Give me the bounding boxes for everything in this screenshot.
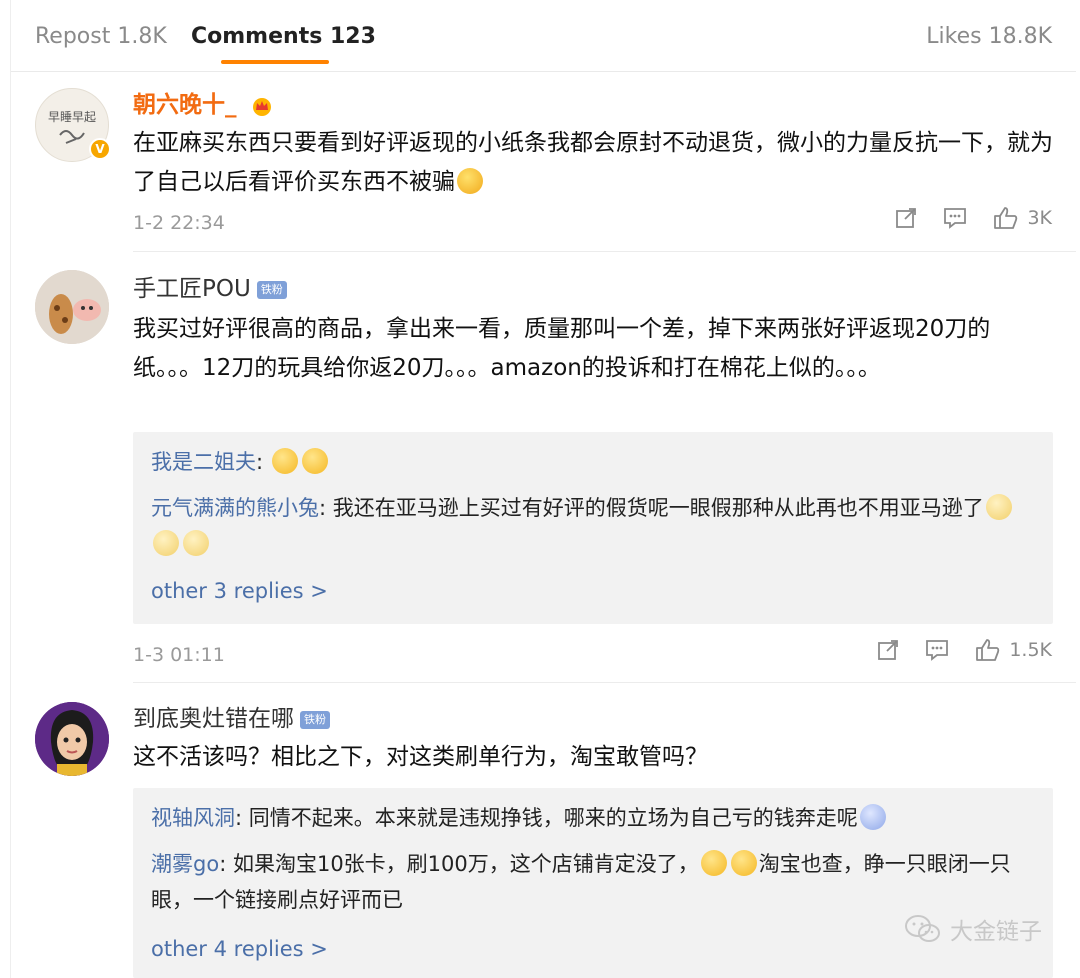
reply-box: 我是二姐夫: 元气满满的熊小兔: 我还在亚马逊上买过有好评的假货呢一眼假那种从此… — [133, 432, 1053, 624]
avatar[interactable] — [35, 702, 109, 776]
sleepy-emoji-icon — [301, 448, 328, 474]
comment-panel: Repost 1.8K Comments 123 Likes 18.8K 早睡早… — [10, 0, 1076, 978]
username-text[interactable]: 朝六晚十_ — [133, 92, 237, 118]
reply-item: 视轴风洞: 同情不起来。本来就是违规挣钱，哪来的立场为自己亏的钱奔走呢 — [151, 800, 1041, 836]
comment-text: 这不活该吗？相比之下，对这类刷单行为，淘宝敢管吗？ — [133, 744, 708, 770]
reply-username[interactable]: 元气满满的熊小兔 — [151, 496, 319, 520]
reply-username[interactable]: 视轴风洞 — [151, 806, 235, 830]
eye-roll-emoji-icon — [985, 494, 1012, 520]
sleepy-emoji-icon — [271, 448, 298, 474]
active-tab-indicator — [221, 60, 329, 64]
tab-repost[interactable]: Repost 1.8K — [35, 22, 167, 52]
shocked-emoji-icon — [859, 804, 886, 830]
share-icon — [896, 208, 917, 228]
like-button[interactable]: 3K — [993, 206, 1052, 230]
share-button[interactable] — [895, 207, 917, 229]
laugh-cry-emoji-icon — [457, 168, 483, 194]
timestamp: 1-2 22:34 — [133, 212, 225, 234]
comment-icon — [944, 208, 967, 229]
username-text[interactable]: 到底奥灶错在哪 — [133, 706, 294, 732]
thumbs-up-icon — [994, 207, 1018, 229]
more-replies-link[interactable]: other 3 replies > — [151, 576, 328, 606]
watermark: 大金链子 — [904, 912, 1042, 946]
svg-text:早睡早起: 早睡早起 — [48, 110, 96, 124]
reply-item: 我是二姐夫: — [151, 444, 1041, 480]
reply-username[interactable]: 我是二姐夫 — [151, 450, 256, 474]
eye-roll-emoji-icon — [153, 530, 179, 556]
verified-badge: V — [89, 138, 111, 160]
like-button[interactable]: 1.5K — [975, 638, 1052, 662]
doll-avatar-icon — [35, 702, 109, 776]
share-icon — [878, 640, 899, 660]
comment-icon — [926, 640, 949, 661]
comment-text: 在亚麻买东西只要看到好评返现的小纸条我都会原封不动退货，微小的力量反抗一下，就为… — [133, 130, 1053, 195]
like-count: 3K — [1027, 207, 1052, 229]
timestamp: 1-3 01:11 — [133, 644, 225, 666]
tab-comments[interactable]: Comments 123 — [191, 22, 376, 52]
username[interactable]: 朝六晚十_ — [133, 90, 273, 120]
like-count: 1.5K — [1009, 639, 1052, 661]
comment-actions: 1.5K — [877, 638, 1052, 662]
reply-box: 视轴风洞: 同情不起来。本来就是违规挣钱，哪来的立场为自己亏的钱奔走呢 潮雾go… — [133, 788, 1053, 978]
vip-crown-icon — [252, 97, 271, 116]
fan-badge: 铁粉 — [300, 710, 330, 729]
username-text[interactable]: 手工匠POU — [133, 276, 251, 302]
avatar[interactable] — [35, 270, 109, 344]
thumbs-up-icon — [976, 639, 1000, 661]
shushing-emoji-icon — [700, 850, 727, 876]
reply-username[interactable]: 潮雾go — [151, 852, 219, 876]
shushing-emoji-icon — [730, 850, 757, 876]
comment-item: 手工匠POU 铁粉 我买过好评很高的商品，拿出来一看，质量那叫一个差，掉下来两张好… — [11, 252, 1076, 683]
reply-button[interactable] — [925, 639, 949, 661]
reply-item: 元气满满的熊小兔: 我还在亚马逊上买过有好评的假货呢一眼假那种从此再也不用亚马逊… — [151, 490, 1041, 562]
reply-button[interactable] — [943, 207, 967, 229]
tab-likes[interactable]: Likes 18.8K — [926, 22, 1052, 52]
eye-roll-emoji-icon — [183, 530, 209, 556]
comment-text: 我买过好评很高的商品，拿出来一看，质量那叫一个差，掉下来两张好评返现20刀的纸。… — [133, 316, 991, 381]
share-button[interactable] — [877, 639, 899, 661]
wechat-logo-icon — [905, 915, 940, 942]
watermark-text: 大金链子 — [950, 919, 1042, 945]
toy-giraffe-avatar-icon — [35, 270, 109, 344]
tab-bar: Repost 1.8K Comments 123 Likes 18.8K — [11, 0, 1076, 72]
more-replies-link[interactable]: other 4 replies > — [151, 934, 328, 964]
username[interactable]: 到底奥灶错在哪 铁粉 — [133, 704, 330, 734]
fan-badge: 铁粉 — [256, 280, 287, 299]
comment-actions: 3K — [895, 206, 1052, 230]
username[interactable]: 手工匠POU 铁粉 — [133, 274, 287, 304]
comment-item: 早睡早起 V 朝六晚十_ 在亚麻买东西只要看到好评返现的小纸条我都会原封不动退货… — [11, 72, 1076, 252]
reply-item: 潮雾go: 如果淘宝10张卡，刷100万，这个店铺肯定没了， 淘宝也查，睁一只眼闭… — [151, 850, 1011, 912]
